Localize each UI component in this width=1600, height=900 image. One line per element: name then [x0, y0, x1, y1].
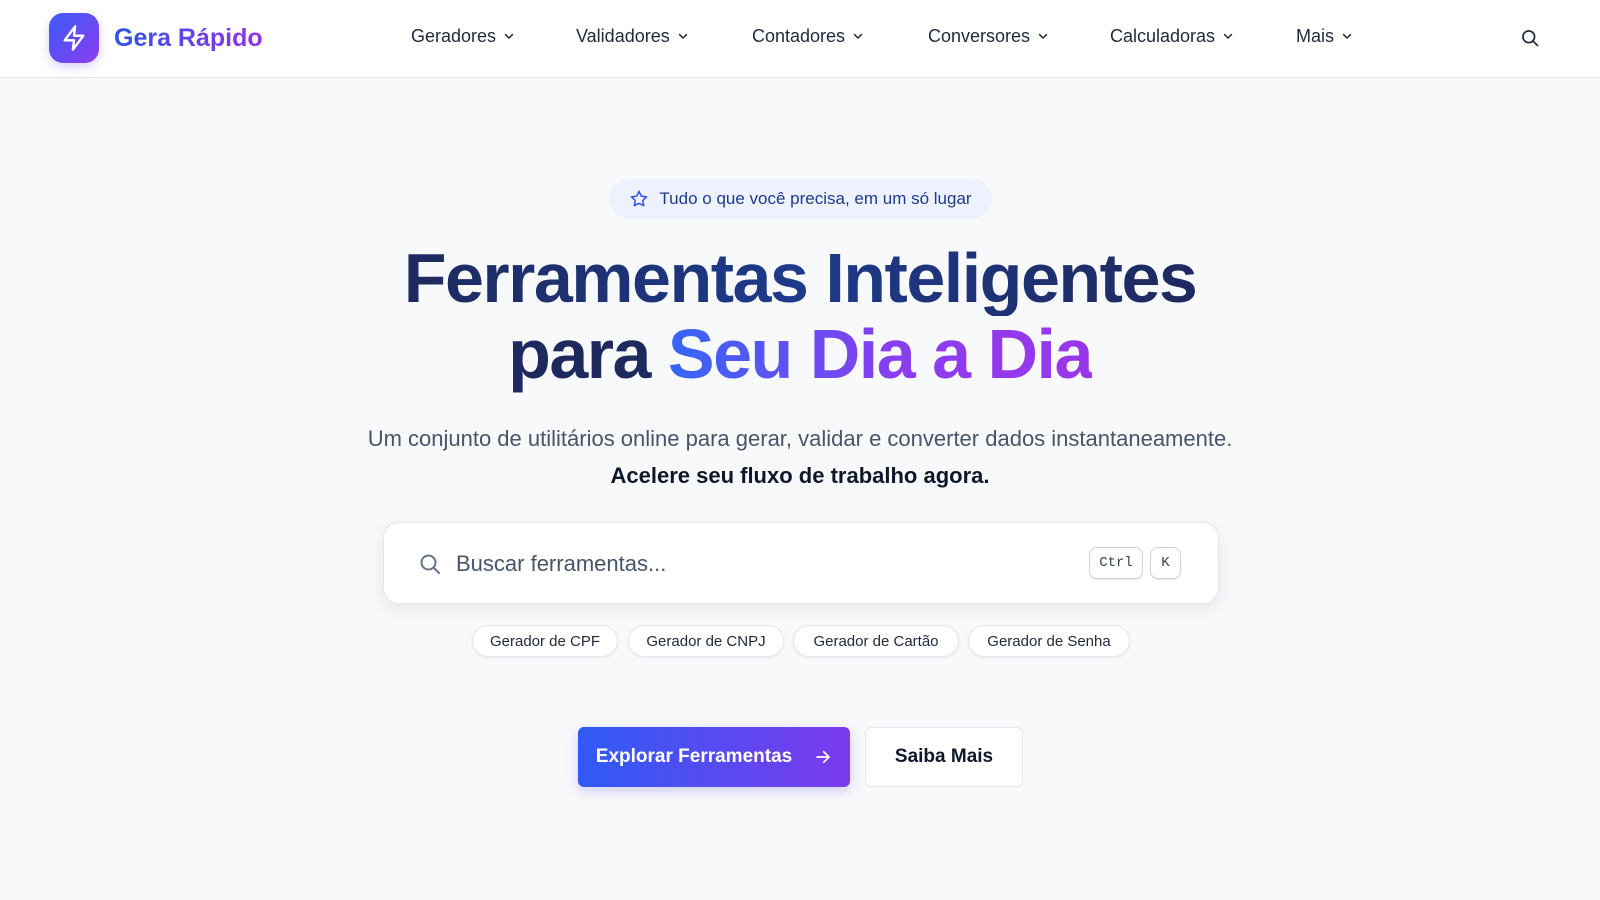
tool-search-box: Ctrl K — [383, 522, 1219, 604]
shortcut-key-ctrl: Ctrl — [1089, 547, 1143, 579]
hero-badge: Tudo o que você precisa, em um só lugar — [609, 179, 992, 219]
quick-link-cartao[interactable]: Gerador de Cartão — [793, 625, 959, 657]
quick-link-cnpj[interactable]: Gerador de CNPJ — [628, 625, 784, 657]
nav-item-geradores[interactable]: Geradores — [411, 26, 515, 47]
nav-item-conversores[interactable]: Conversores — [928, 26, 1049, 47]
nav-item-label: Validadores — [576, 26, 670, 46]
chevron-down-icon — [1341, 30, 1353, 42]
hero-title: Ferramentas Inteligentes para Seu Dia a … — [300, 240, 1300, 392]
learn-more-button[interactable]: Saiba Mais — [865, 727, 1023, 787]
header-search-button[interactable] — [1518, 26, 1542, 50]
nav-item-label: Geradores — [411, 26, 497, 46]
hero-subtitle-strong: Acelere seu fluxo de trabalho agora. — [610, 463, 990, 488]
shortcut-key-k: K — [1150, 547, 1181, 579]
hero-title-line1: Ferramentas Inteligentes — [403, 239, 1198, 317]
brand-name[interactable]: Gera Rápido — [114, 22, 263, 54]
nav-item-contadores[interactable]: Contadores — [752, 26, 864, 47]
lightning-bolt-icon — [63, 25, 85, 51]
top-navbar: Gera Rápido Geradores Validadores Contad… — [0, 0, 1600, 78]
quick-link-cpf[interactable]: Gerador de CPF — [472, 625, 618, 657]
chevron-down-icon — [1222, 30, 1234, 42]
chevron-down-icon — [852, 30, 864, 42]
explore-tools-button[interactable]: Explorar Ferramentas — [578, 727, 850, 787]
tool-search-input[interactable] — [456, 545, 1056, 583]
star-icon — [631, 190, 648, 207]
nav-item-label: Mais — [1296, 26, 1335, 46]
nav-item-mais[interactable]: Mais — [1296, 26, 1353, 47]
chevron-down-icon — [1037, 30, 1049, 42]
nav-item-label: Calculadoras — [1110, 26, 1216, 46]
hero-badge-text: Tudo o que você precisa, em um só lugar — [659, 189, 972, 208]
search-icon — [418, 552, 442, 581]
hero-title-line2-highlight: Seu Dia a Dia — [667, 315, 1094, 393]
arrow-right-icon — [816, 750, 831, 764]
hero-subtitle: Um conjunto de utilitários online para g… — [350, 420, 1250, 494]
explore-tools-label: Explorar Ferramentas — [595, 746, 793, 767]
hero-subtitle-text: Um conjunto de utilitários online para g… — [367, 426, 1233, 451]
nav-item-label: Contadores — [752, 26, 846, 46]
hero-title-line2-plain: para — [508, 315, 651, 393]
chevron-down-icon — [677, 30, 689, 42]
logo-tile[interactable] — [49, 13, 99, 63]
nav-item-calculadoras[interactable]: Calculadoras — [1110, 26, 1234, 47]
search-icon — [1522, 30, 1539, 47]
nav-item-validadores[interactable]: Validadores — [576, 26, 689, 47]
chevron-down-icon — [503, 30, 515, 42]
quick-link-senha[interactable]: Gerador de Senha — [968, 625, 1130, 657]
nav-item-label: Conversores — [928, 26, 1031, 46]
